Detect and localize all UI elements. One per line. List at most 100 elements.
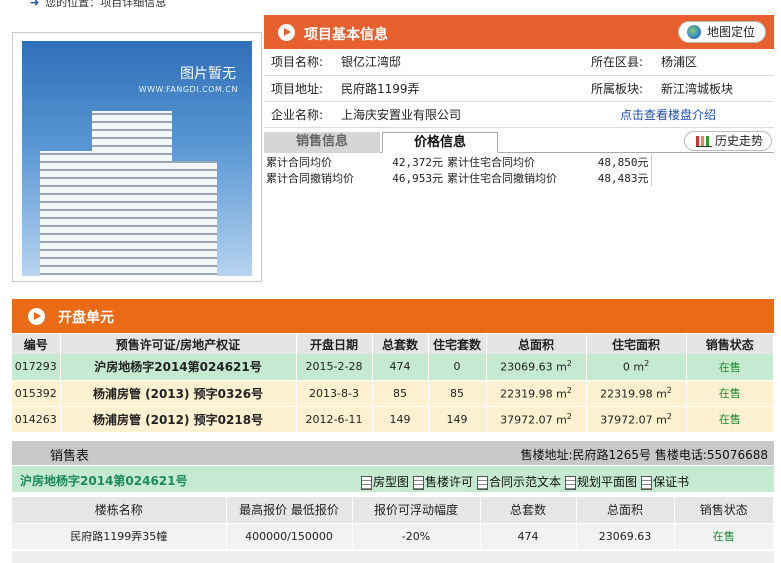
- link-label: 房型图: [373, 475, 410, 489]
- tab-price-info[interactable]: 价格信息: [382, 132, 498, 153]
- column-header: 报价可浮动幅度: [352, 497, 481, 523]
- residential-area: 37972.07 m2: [586, 406, 687, 433]
- building-graphic: [167, 161, 217, 276]
- opening-units-header: 开盘单元: [12, 299, 774, 333]
- residential-units: 149: [428, 406, 487, 433]
- opening-units-table: 编号 预售许可证/房地产权证 开盘日期 总套数 住宅套数 总面积 住宅面积 销售…: [12, 334, 774, 433]
- arrow-icon: ➜: [30, 0, 40, 9]
- sales-table-title: 销售表: [50, 449, 90, 464]
- unit-id: 015392: [12, 380, 61, 407]
- price-label: 累计住宅合同撤销均价: [447, 172, 557, 185]
- column-header: 总面积: [576, 497, 675, 523]
- table-row[interactable]: 014263 杨浦房管 (2012) 预字0218号 2012-6-11 149…: [12, 406, 774, 433]
- site-plan-link[interactable]: 规划平面图: [565, 468, 637, 490]
- play-circle-icon: [28, 308, 45, 325]
- building-graphic: [92, 111, 172, 276]
- residential-units: 85: [428, 380, 487, 407]
- total-area-value: 23069.63 m: [500, 361, 567, 375]
- price-info-table: 累计合同均价 42,372元 累计住宅合同均价 48,850元 累计合同撤销均价…: [264, 154, 652, 186]
- opening-units-title: 开盘单元: [58, 310, 114, 326]
- block-value: 新江湾城板块: [654, 75, 774, 102]
- column-header: 住宅套数: [428, 334, 487, 354]
- basic-info-panel: 项目基本信息 地图定位 项目名称: 银亿江湾邸 所在区县: 杨浦区 项目地址: …: [264, 15, 774, 128]
- project-name-value: 银亿江湾邸: [334, 49, 584, 76]
- breadcrumb: ➜ 您的位置：项目详细信息: [30, 0, 167, 9]
- bar-chart-icon: [696, 136, 712, 147]
- info-label: 企业名称:: [264, 101, 334, 128]
- total-units: 149: [372, 406, 429, 433]
- column-header: 最高报价 最低报价: [226, 497, 353, 523]
- price-label: 累计合同撤销均价: [266, 172, 354, 185]
- sales-office-info: 售楼地址:民府路1265号 售楼电话:55076688: [520, 448, 768, 462]
- residential-area: 0 m2: [586, 354, 687, 381]
- permit-link[interactable]: 杨浦房管 (2012) 预字0218号: [60, 406, 297, 433]
- info-row: 项目地址: 民府路1199弄 所属板块: 新江湾城板块: [264, 75, 774, 102]
- map-locate-button[interactable]: 地图定位: [678, 21, 766, 43]
- company-value: 上海庆安置业有限公司: [334, 101, 584, 128]
- column-header: 总套数: [480, 497, 577, 523]
- price-label: 累计住宅合同均价: [447, 156, 535, 169]
- price-value: 46,953元: [392, 172, 443, 185]
- permit-bar: 沪房地杨字2014第024621号 房型图 售楼许可 合同示范文本 规划平面图 …: [12, 466, 774, 492]
- total-area: 23069.63: [576, 522, 675, 549]
- open-date: 2015-2-28: [296, 354, 373, 381]
- column-header: 开盘日期: [296, 334, 373, 354]
- table-row[interactable]: 017293 沪房地杨字2014第024621号 2015-2-28 474 0…: [12, 354, 774, 381]
- price-value: 48,483元: [569, 170, 652, 186]
- price-tabs: 销售信息 价格信息 历史走势: [264, 131, 774, 153]
- total-units: 85: [372, 380, 429, 407]
- permit-link[interactable]: 沪房地杨字2014第024621号: [60, 354, 297, 381]
- residential-area: 22319.98 m2: [586, 380, 687, 407]
- area-unit-exponent: 2: [566, 411, 572, 421]
- column-header: 住宅面积: [586, 334, 687, 354]
- price-row: 累计合同均价 42,372元 累计住宅合同均价 48,850元: [264, 154, 652, 170]
- building-graphic: [40, 151, 100, 276]
- guarantee-link[interactable]: 保证书: [641, 468, 689, 490]
- residential-area-value: 0 m: [622, 361, 645, 375]
- column-header: 销售状态: [686, 334, 774, 354]
- price-value: 42,372元: [392, 156, 443, 169]
- history-trend-button[interactable]: 历史走势: [684, 131, 772, 151]
- table-row[interactable]: 民府路1199弄35幢 400000/150000 -20% 474 23069…: [12, 522, 774, 549]
- area-unit-exponent: 2: [666, 385, 672, 395]
- sales-permit-link[interactable]: 售楼许可: [413, 468, 473, 490]
- play-circle-icon: [278, 24, 295, 41]
- sales-table-bar: 销售表 售楼地址:民府路1265号 售楼电话:55076688: [12, 441, 774, 465]
- units-header-row: 编号 预售许可证/房地产权证 开盘日期 总套数 住宅套数 总面积 住宅面积 销售…: [12, 334, 774, 354]
- building-name[interactable]: 民府路1199弄35幢: [12, 522, 227, 549]
- document-links: 房型图 售楼许可 合同示范文本 规划平面图 保证书: [361, 468, 693, 490]
- sale-status: 在售: [674, 522, 774, 549]
- residential-area-value: 37972.07 m: [600, 413, 667, 427]
- price-float: -20%: [352, 522, 481, 549]
- breadcrumb-text: 您的位置：项目详细信息: [45, 0, 167, 9]
- document-icon: [477, 476, 489, 490]
- unit-id: 014263: [12, 406, 61, 433]
- link-label: 合同示范文本: [489, 475, 562, 489]
- residential-units: 0: [428, 354, 487, 381]
- info-label: 项目地址:: [264, 75, 334, 102]
- area-unit-exponent: 2: [566, 385, 572, 395]
- project-intro-link[interactable]: 点击查看楼盘介绍: [620, 108, 716, 122]
- project-address-value: 民府路1199弄: [334, 75, 584, 102]
- document-icon: [641, 476, 653, 490]
- price-value: 48,850元: [569, 154, 652, 170]
- history-trend-label: 历史走势: [715, 134, 764, 148]
- column-header: 编号: [12, 334, 61, 354]
- table-row[interactable]: 015392 杨浦房管 (2013) 预字0326号 2013-8-3 85 8…: [12, 380, 774, 407]
- district-value: 杨浦区: [654, 49, 774, 76]
- permit-link[interactable]: 杨浦房管 (2013) 预字0326号: [60, 380, 297, 407]
- tab-sales-info[interactable]: 销售信息: [264, 132, 380, 153]
- total-units: 474: [480, 522, 577, 549]
- total-area-value: 22319.98 m: [500, 387, 567, 401]
- info-row: 企业名称: 上海庆安置业有限公司 点击查看楼盘介绍: [264, 101, 774, 128]
- map-locate-label: 地图定位: [707, 25, 756, 39]
- document-icon: [361, 476, 372, 490]
- unit-id: 017293: [12, 354, 61, 381]
- building-table: 楼栋名称 最高报价 最低报价 报价可浮动幅度 总套数 总面积 销售状态 民府路1…: [12, 497, 774, 549]
- column-header: 总面积: [486, 334, 587, 354]
- area-unit-exponent: 2: [666, 411, 672, 421]
- contract-template-link[interactable]: 合同示范文本: [477, 468, 561, 490]
- info-label: 所属板块:: [584, 75, 654, 102]
- floor-plan-link[interactable]: 房型图: [361, 468, 409, 490]
- total-area: 23069.63 m2: [486, 354, 587, 381]
